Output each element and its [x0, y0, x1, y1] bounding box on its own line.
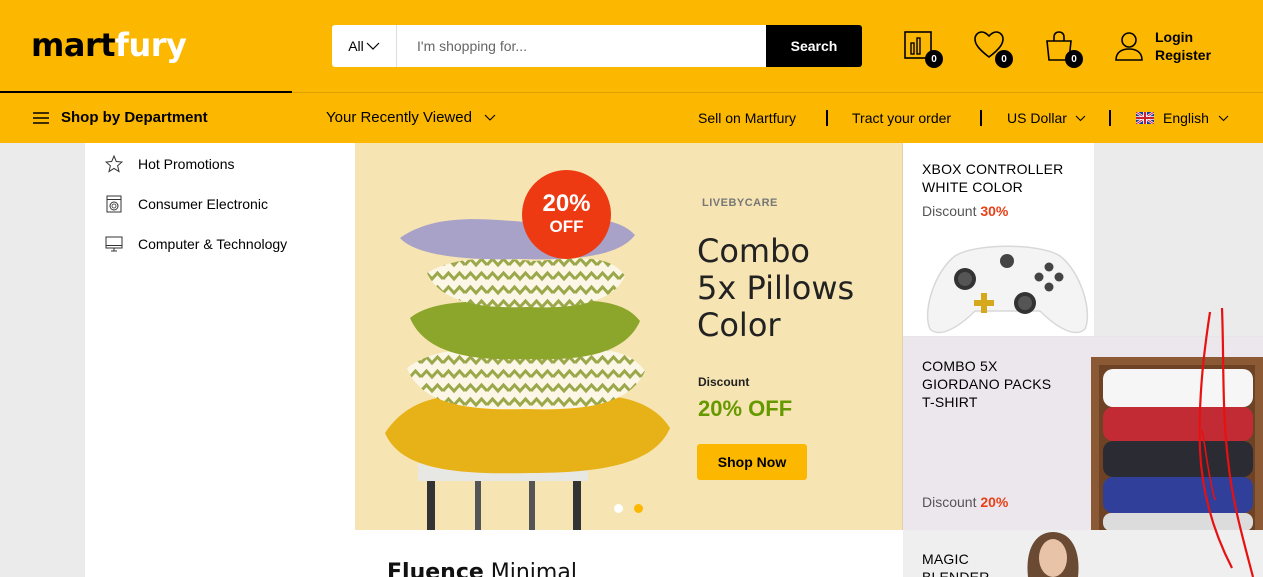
user-icon	[1115, 32, 1143, 61]
chevron-down-icon	[1218, 115, 1229, 121]
sell-on-martfury-link[interactable]: Sell on Martfury	[698, 110, 796, 126]
xbox-controller-image	[926, 245, 1089, 334]
search-button[interactable]: Search	[766, 25, 862, 67]
hero-banner[interactable]: 20% OFF LIVEBYCARE Combo 5x Pillows Colo…	[355, 143, 903, 530]
track-order-link[interactable]: Tract your order	[852, 110, 951, 126]
site-header: martfury All Search 0 0 0 Login Register…	[0, 0, 1263, 143]
tshirt-box-image	[1091, 357, 1263, 530]
promo-title: COMBO 5X GIORDANO PACKS T-SHIRT	[922, 357, 1051, 411]
sale-badge: 20% OFF	[522, 170, 611, 259]
hero-discount-value: 20% OFF	[698, 396, 793, 421]
shop-now-button[interactable]: Shop Now	[697, 444, 807, 480]
promo-card-magic-blender[interactable]: MAGIC BLENDER	[903, 530, 1263, 577]
promo-discount-label: Discount	[922, 203, 977, 219]
slider-dot-1[interactable]	[614, 504, 623, 513]
navigation-bar: Shop by Department Your Recently Viewed …	[0, 93, 1263, 143]
chevron-down-icon	[366, 42, 380, 50]
chevron-down-icon	[484, 114, 496, 121]
chevron-down-icon	[1075, 115, 1086, 121]
hero-title-line: 5x Pillows	[697, 269, 855, 307]
sell-label: Sell on Martfury	[698, 110, 797, 126]
hero-discount-label: Discount	[698, 375, 750, 389]
promo-title-line: WHITE COLOR	[922, 179, 1023, 195]
star-icon	[105, 155, 123, 173]
sale-badge-percent: 20%	[542, 190, 591, 217]
search-category-select[interactable]: All	[332, 25, 397, 67]
currency-dropdown[interactable]: US Dollar	[1007, 110, 1086, 126]
account-area: Login Register	[1113, 28, 1211, 64]
promo-discount: Discount 30%	[922, 203, 1008, 219]
hero-brand: LIVEBYCARE	[702, 197, 778, 209]
nav-separator	[980, 110, 982, 126]
cart-count-badge: 0	[1065, 50, 1083, 68]
language-dropdown[interactable]: English	[1136, 110, 1229, 126]
bottom-banner-rest: Minimal	[483, 560, 577, 577]
washing-machine-icon	[106, 195, 122, 213]
promo-discount: Discount 20%	[922, 494, 1008, 510]
department-label: Shop by Department	[61, 109, 208, 126]
recently-viewed-dropdown[interactable]: Your Recently Viewed	[326, 109, 496, 126]
menu-item-consumer-electronic[interactable]: Consumer Electronic	[105, 195, 268, 213]
currency-label: US Dollar	[1007, 110, 1067, 126]
menu-item-label: Computer & Technology	[138, 236, 288, 252]
logo-text-fury: fury	[115, 26, 187, 64]
language-label: English	[1163, 110, 1209, 126]
slider-dot-2-active[interactable]	[634, 504, 643, 513]
bottom-banner[interactable]: Fluence Minimal	[355, 530, 903, 577]
hero-title-line: Combo	[697, 232, 810, 270]
nav-separator	[826, 110, 828, 126]
woman-photo-image	[1027, 532, 1079, 577]
search-bar: All Search	[332, 25, 862, 67]
menu-item-computer-technology[interactable]: Computer & Technology	[105, 235, 287, 253]
site-logo[interactable]: martfury	[31, 26, 187, 64]
track-label: Tract your order	[852, 110, 952, 126]
menu-item-label: Consumer Electronic	[138, 196, 268, 212]
sale-badge-off: OFF	[549, 217, 584, 236]
promo-title-line: COMBO 5X	[922, 358, 998, 374]
wishlist-count-badge: 0	[995, 50, 1013, 68]
promo-title: XBOX CONTROLLER WHITE COLOR	[922, 160, 1063, 196]
search-input[interactable]	[397, 25, 766, 67]
promo-card-giordano-tshirt[interactable]: COMBO 5X GIORDANO PACKS T-SHIRT Discount…	[903, 336, 1263, 530]
nav-separator	[1109, 110, 1111, 126]
promo-discount-value: 30%	[980, 203, 1009, 219]
shop-by-department-button[interactable]: Shop by Department	[33, 109, 208, 126]
search-category-label: All	[348, 38, 364, 54]
promo-card-xbox-controller[interactable]: XBOX CONTROLLER WHITE COLOR Discount 30%	[903, 143, 1094, 336]
wishlist-button[interactable]: 0	[973, 30, 1013, 68]
menu-item-hot-promotions[interactable]: Hot Promotions	[105, 155, 234, 173]
hero-title: Combo 5x Pillows Color	[697, 233, 854, 344]
promo-title: MAGIC BLENDER	[922, 550, 990, 577]
compare-count-badge: 0	[925, 50, 943, 68]
category-menu: Hot Promotions Consumer Electronic Compu…	[85, 143, 355, 577]
compare-button[interactable]: 0	[903, 30, 943, 68]
promo-discount-value: 20%	[980, 494, 1009, 510]
monitor-icon	[105, 236, 123, 252]
cart-button[interactable]: 0	[1043, 30, 1083, 68]
menu-item-label: Hot Promotions	[138, 156, 235, 172]
hero-title-line: Color	[697, 306, 781, 344]
promo-title-line: GIORDANO PACKS	[922, 376, 1052, 392]
uk-flag-icon	[1136, 112, 1154, 124]
recently-viewed-label: Your Recently Viewed	[326, 109, 472, 126]
logo-text-mart: mart	[31, 26, 116, 64]
promo-title-line: T-SHIRT	[922, 394, 978, 410]
bottom-banner-bold: Fluence	[387, 560, 484, 577]
hamburger-menu-icon	[33, 111, 49, 124]
register-link[interactable]: Register	[1155, 46, 1211, 64]
account-links: Login Register	[1155, 28, 1211, 64]
promo-title-line: BLENDER	[922, 569, 990, 577]
promo-discount-label: Discount	[922, 494, 977, 510]
promo-title-line: MAGIC	[922, 551, 969, 567]
login-link[interactable]: Login	[1155, 28, 1211, 46]
bottom-banner-title: Fluence Minimal	[387, 560, 577, 577]
promo-title-line: XBOX CONTROLLER	[922, 161, 1064, 177]
